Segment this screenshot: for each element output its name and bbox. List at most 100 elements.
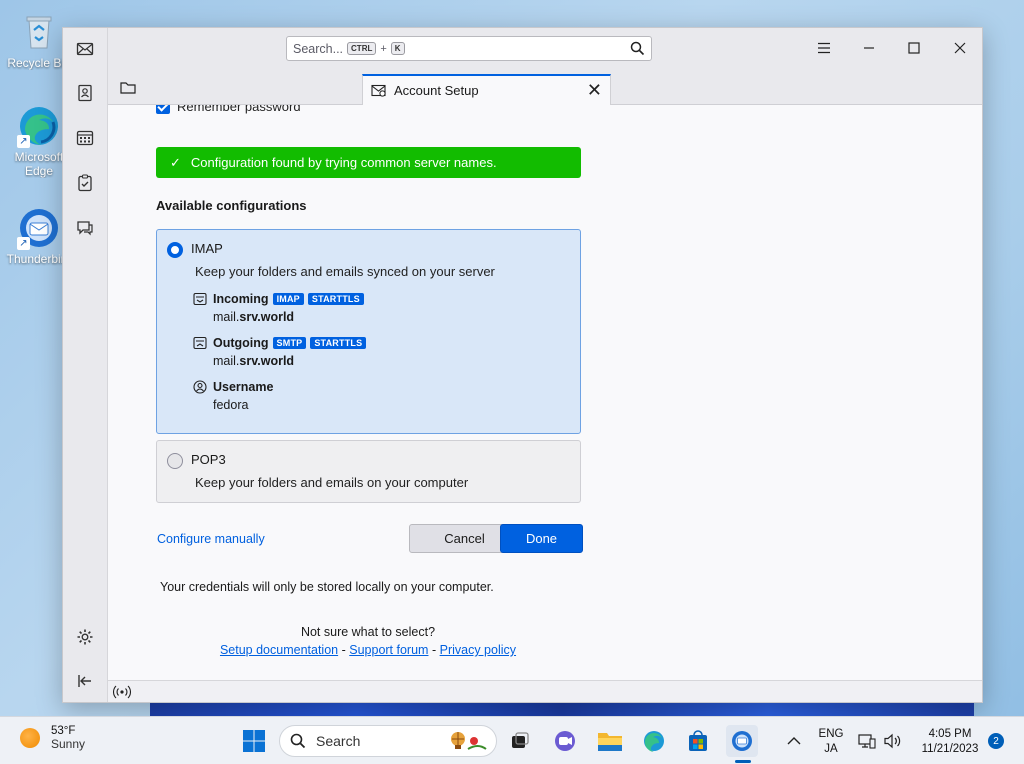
language-indicator[interactable]: ENG JA — [816, 727, 846, 757]
outgoing-server-icon — [193, 336, 207, 350]
maximize-icon[interactable] — [900, 36, 928, 60]
address-book-icon[interactable] — [72, 80, 98, 106]
tasks-icon[interactable] — [72, 170, 98, 196]
clock-time: 4:05 PM — [928, 728, 972, 740]
incoming-server-icon — [193, 292, 207, 306]
start-button[interactable] — [238, 725, 270, 757]
account-setup-panel: Remember password ✓ Configuration found … — [108, 105, 982, 682]
calendar-icon[interactable] — [72, 125, 98, 151]
security-badge: STARTTLS — [307, 293, 364, 305]
shortcut-plus: + — [380, 42, 387, 55]
setup-documentation-link[interactable]: Setup documentation — [220, 643, 338, 657]
edge-icon: ↗ — [17, 104, 61, 148]
settings-gear-icon[interactable] — [72, 624, 98, 650]
imap-description: Keep your folders and emails synced on y… — [195, 264, 495, 279]
file-explorer-icon[interactable] — [594, 725, 626, 757]
language-code: ENG — [818, 728, 844, 740]
wallpaper — [150, 703, 974, 716]
edge-taskbar-icon[interactable] — [638, 725, 670, 757]
minimize-icon[interactable] — [855, 36, 883, 60]
task-view-icon[interactable] — [504, 725, 536, 757]
store-icon[interactable] — [682, 725, 714, 757]
weather-desc: Sunny — [51, 737, 86, 751]
link-separator: - — [341, 643, 346, 657]
shortcut-key: K — [390, 42, 405, 55]
success-notification: ✓ Configuration found by trying common s… — [156, 147, 581, 178]
tab-bar: Account Setup ✕ — [108, 70, 982, 105]
weather-temp: 53°F — [51, 725, 76, 737]
tab-account-setup[interactable]: Account Setup ✕ — [362, 74, 611, 105]
help-links: Setup documentation - Support forum - Pr… — [108, 643, 628, 657]
privacy-policy-link[interactable]: Privacy policy — [440, 643, 516, 657]
global-search-input[interactable]: Search... CTRL + K — [286, 36, 652, 61]
search-highlight-icon — [442, 731, 488, 754]
success-message: Configuration found by trying common ser… — [190, 155, 497, 170]
volume-icon[interactable] — [880, 725, 906, 757]
incoming-host: mail.srv.world — [213, 310, 295, 324]
search-placeholder: Search... — [293, 41, 344, 56]
outgoing-server: Outgoing SMTP STARTTLS mail.srv.world — [193, 336, 367, 368]
windows-logo-icon — [243, 730, 265, 752]
imap-radio[interactable] — [167, 242, 183, 258]
username-info: Username fedora — [193, 380, 273, 412]
sun-icon — [20, 728, 40, 748]
pop3-radio[interactable] — [167, 453, 183, 469]
close-window-icon[interactable] — [946, 36, 974, 60]
active-app-indicator — [735, 760, 751, 763]
protocol-badge: IMAP — [272, 293, 304, 305]
pop3-label: POP3 — [191, 452, 226, 467]
outgoing-host: mail.srv.world — [213, 354, 295, 368]
remember-password-label: Remember password — [177, 105, 301, 114]
credentials-note: Your credentials will only be stored loc… — [160, 580, 494, 594]
chat-icon[interactable] — [72, 215, 98, 241]
account-setup-icon — [371, 84, 386, 97]
protocol-badge: SMTP — [272, 337, 307, 349]
tab-label: Account Setup — [394, 83, 479, 98]
support-forum-link[interactable]: Support forum — [349, 643, 428, 657]
incoming-label: Incoming — [213, 292, 269, 306]
imap-label: IMAP — [191, 241, 223, 256]
available-configurations-heading: Available configurations — [156, 198, 307, 213]
notification-badge[interactable]: 2 — [988, 733, 1004, 749]
teams-chat-icon[interactable] — [549, 725, 581, 757]
spaces-toolbar — [63, 28, 108, 702]
thunderbird-window: Search... CTRL + K Account Setup ✕ Remem… — [62, 27, 983, 703]
remember-password-checkbox[interactable]: Remember password — [156, 105, 301, 114]
incoming-server: Incoming IMAP STARTTLS mail.srv.world — [193, 292, 364, 324]
checkmark-icon: ✓ — [170, 154, 181, 170]
clock-date: 11/21/2023 — [921, 743, 979, 755]
shortcut-key: CTRL — [347, 42, 377, 55]
username-value: fedora — [213, 398, 249, 412]
taskbar-search-label: Search — [316, 733, 361, 749]
imap-option[interactable]: IMAP Keep your folders and emails synced… — [156, 229, 581, 434]
recycle-bin-icon — [17, 10, 61, 54]
configure-manually-link[interactable]: Configure manually — [157, 532, 265, 546]
network-icon[interactable] — [856, 725, 878, 757]
mail-icon[interactable] — [72, 36, 98, 62]
app-menu-icon[interactable] — [810, 36, 838, 60]
done-button[interactable]: Done — [500, 524, 583, 553]
pop3-description: Keep your folders and emails on your com… — [195, 475, 469, 490]
weather-widget[interactable]: 53°F Sunny — [20, 725, 85, 751]
checkbox-checked-icon — [156, 105, 170, 114]
not-sure-text: Not sure what to select? — [300, 625, 436, 639]
collapse-spaces-icon[interactable] — [72, 668, 98, 694]
outgoing-label: Outgoing — [213, 336, 269, 350]
thunderbird-icon: ↗ — [17, 206, 61, 250]
status-bar — [108, 680, 982, 702]
thunderbird-taskbar-icon[interactable] — [726, 725, 758, 757]
pop3-option[interactable]: POP3 Keep your folders and emails on you… — [156, 440, 581, 503]
taskbar-search[interactable]: Search — [279, 725, 497, 757]
link-separator: - — [431, 643, 437, 657]
search-icon — [630, 41, 645, 59]
close-tab-icon[interactable]: ✕ — [587, 81, 602, 99]
folder-tab-icon[interactable] — [116, 78, 140, 98]
search-icon — [290, 733, 306, 749]
clock[interactable]: 4:05 PM 11/21/2023 — [914, 727, 986, 757]
chevron-up-icon[interactable] — [778, 725, 810, 757]
online-status-icon[interactable] — [112, 685, 132, 702]
input-method: JA — [824, 743, 838, 755]
title-bar: Search... CTRL + K — [108, 28, 982, 70]
username-label: Username — [213, 380, 274, 394]
taskbar: 53°F Sunny Search ENG JA 4:05 PM 11/21/2… — [0, 716, 1024, 764]
